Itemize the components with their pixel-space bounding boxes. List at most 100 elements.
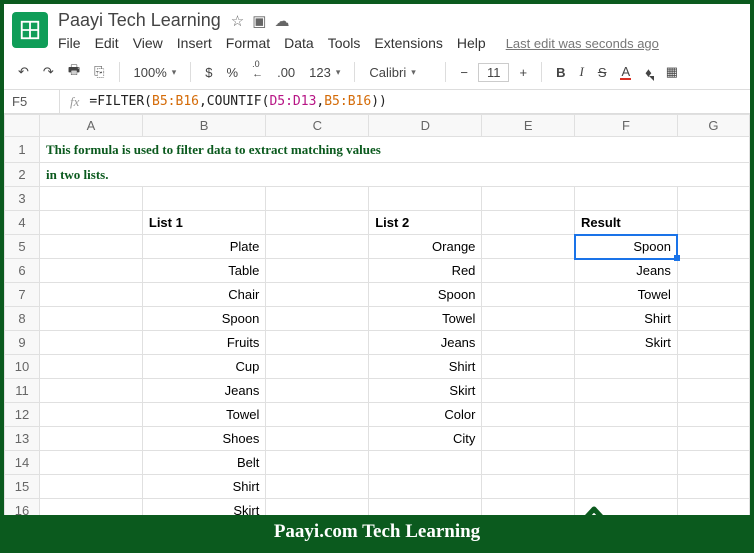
- cell-d10[interactable]: Shirt: [369, 355, 482, 379]
- row-header[interactable]: 2: [5, 163, 40, 187]
- row-header[interactable]: 9: [5, 331, 40, 355]
- cell-a13[interactable]: [39, 427, 142, 451]
- cell-g13[interactable]: [677, 427, 749, 451]
- cell-f15[interactable]: [575, 475, 678, 499]
- cell-d12[interactable]: Color: [369, 403, 482, 427]
- cell-a16[interactable]: [39, 499, 142, 516]
- cell-b10[interactable]: Cup: [142, 355, 265, 379]
- col-d[interactable]: D: [369, 115, 482, 137]
- row-header[interactable]: 14: [5, 451, 40, 475]
- row-header[interactable]: 12: [5, 403, 40, 427]
- cell-d9[interactable]: Jeans: [369, 331, 482, 355]
- cell-c14[interactable]: [266, 451, 369, 475]
- cell-c3[interactable]: [266, 187, 369, 211]
- menu-insert[interactable]: Insert: [177, 35, 212, 51]
- currency-button[interactable]: $: [201, 63, 216, 82]
- row-header[interactable]: 8: [5, 307, 40, 331]
- cell-d7[interactable]: Spoon: [369, 283, 482, 307]
- col-f[interactable]: F: [575, 115, 678, 137]
- cloud-icon[interactable]: ☁: [274, 12, 289, 30]
- cell-c11[interactable]: [266, 379, 369, 403]
- menu-data[interactable]: Data: [284, 35, 314, 51]
- row-header[interactable]: 1: [5, 137, 40, 163]
- cell-d13[interactable]: City: [369, 427, 482, 451]
- row-header[interactable]: 3: [5, 187, 40, 211]
- cell-d15[interactable]: [369, 475, 482, 499]
- cell-f13[interactable]: [575, 427, 678, 451]
- cell-f6[interactable]: Jeans: [575, 259, 678, 283]
- cell-c12[interactable]: [266, 403, 369, 427]
- cell-g14[interactable]: [677, 451, 749, 475]
- row-header[interactable]: 16: [5, 499, 40, 516]
- cell-a11[interactable]: [39, 379, 142, 403]
- cell-f8[interactable]: Shirt: [575, 307, 678, 331]
- cell-c10[interactable]: [266, 355, 369, 379]
- undo-button[interactable]: ↶: [14, 62, 33, 82]
- cell-e12[interactable]: [482, 403, 575, 427]
- cell-g4[interactable]: [677, 211, 749, 235]
- row-header[interactable]: 6: [5, 259, 40, 283]
- row-header[interactable]: 10: [5, 355, 40, 379]
- fill-color-button[interactable]: ♦: [641, 63, 656, 82]
- cell-d16[interactable]: [369, 499, 482, 516]
- cell-f7[interactable]: Towel: [575, 283, 678, 307]
- cell-g5[interactable]: [677, 235, 749, 259]
- zoom-select[interactable]: 100%: [130, 63, 181, 82]
- col-b[interactable]: B: [142, 115, 265, 137]
- cell-b13[interactable]: Shoes: [142, 427, 265, 451]
- font-select[interactable]: Calibri: [365, 63, 435, 82]
- cell-b16[interactable]: Skirt: [142, 499, 265, 516]
- cell-e3[interactable]: [482, 187, 575, 211]
- cell-g10[interactable]: [677, 355, 749, 379]
- cell-g6[interactable]: [677, 259, 749, 283]
- cell-a14[interactable]: [39, 451, 142, 475]
- cell-f4[interactable]: Result: [575, 211, 678, 235]
- last-edit[interactable]: Last edit was seconds ago: [506, 36, 659, 51]
- row-header[interactable]: 15: [5, 475, 40, 499]
- cell-a15[interactable]: [39, 475, 142, 499]
- cell-g9[interactable]: [677, 331, 749, 355]
- star-icon[interactable]: ☆: [231, 12, 244, 30]
- cell-e15[interactable]: [482, 475, 575, 499]
- cell-e6[interactable]: [482, 259, 575, 283]
- cell-c13[interactable]: [266, 427, 369, 451]
- cell-c15[interactable]: [266, 475, 369, 499]
- dec-increase-button[interactable]: .00: [273, 63, 299, 82]
- cell-c6[interactable]: [266, 259, 369, 283]
- cell-b8[interactable]: Spoon: [142, 307, 265, 331]
- cell-d8[interactable]: Towel: [369, 307, 482, 331]
- italic-button[interactable]: I: [575, 62, 587, 82]
- cell-a4[interactable]: [39, 211, 142, 235]
- dec-decrease-button[interactable]: .0←: [248, 63, 267, 82]
- cell-c7[interactable]: [266, 283, 369, 307]
- cell-e10[interactable]: [482, 355, 575, 379]
- cell-f12[interactable]: [575, 403, 678, 427]
- row-header[interactable]: 13: [5, 427, 40, 451]
- cell-e16[interactable]: [482, 499, 575, 516]
- cell-g16[interactable]: [677, 499, 749, 516]
- cell-a1[interactable]: This formula is used to filter data to e…: [39, 137, 749, 163]
- cell-a7[interactable]: [39, 283, 142, 307]
- cell-c9[interactable]: [266, 331, 369, 355]
- cell-g7[interactable]: [677, 283, 749, 307]
- menu-edit[interactable]: Edit: [95, 35, 119, 51]
- col-g[interactable]: G: [677, 115, 749, 137]
- cell-b7[interactable]: Chair: [142, 283, 265, 307]
- row-header[interactable]: 11: [5, 379, 40, 403]
- select-all[interactable]: [5, 115, 40, 137]
- menu-help[interactable]: Help: [457, 35, 486, 51]
- cell-g3[interactable]: [677, 187, 749, 211]
- cell-a12[interactable]: [39, 403, 142, 427]
- print-button[interactable]: 🖶: [64, 59, 84, 85]
- cell-a5[interactable]: [39, 235, 142, 259]
- cell-b14[interactable]: Belt: [142, 451, 265, 475]
- cell-d4[interactable]: List 2: [369, 211, 482, 235]
- cell-a10[interactable]: [39, 355, 142, 379]
- name-box[interactable]: F5: [4, 90, 60, 113]
- cell-e8[interactable]: [482, 307, 575, 331]
- menu-format[interactable]: Format: [226, 35, 270, 51]
- cell-c16[interactable]: [266, 499, 369, 516]
- cell-e9[interactable]: [482, 331, 575, 355]
- cell-b12[interactable]: Towel: [142, 403, 265, 427]
- cell-a3[interactable]: [39, 187, 142, 211]
